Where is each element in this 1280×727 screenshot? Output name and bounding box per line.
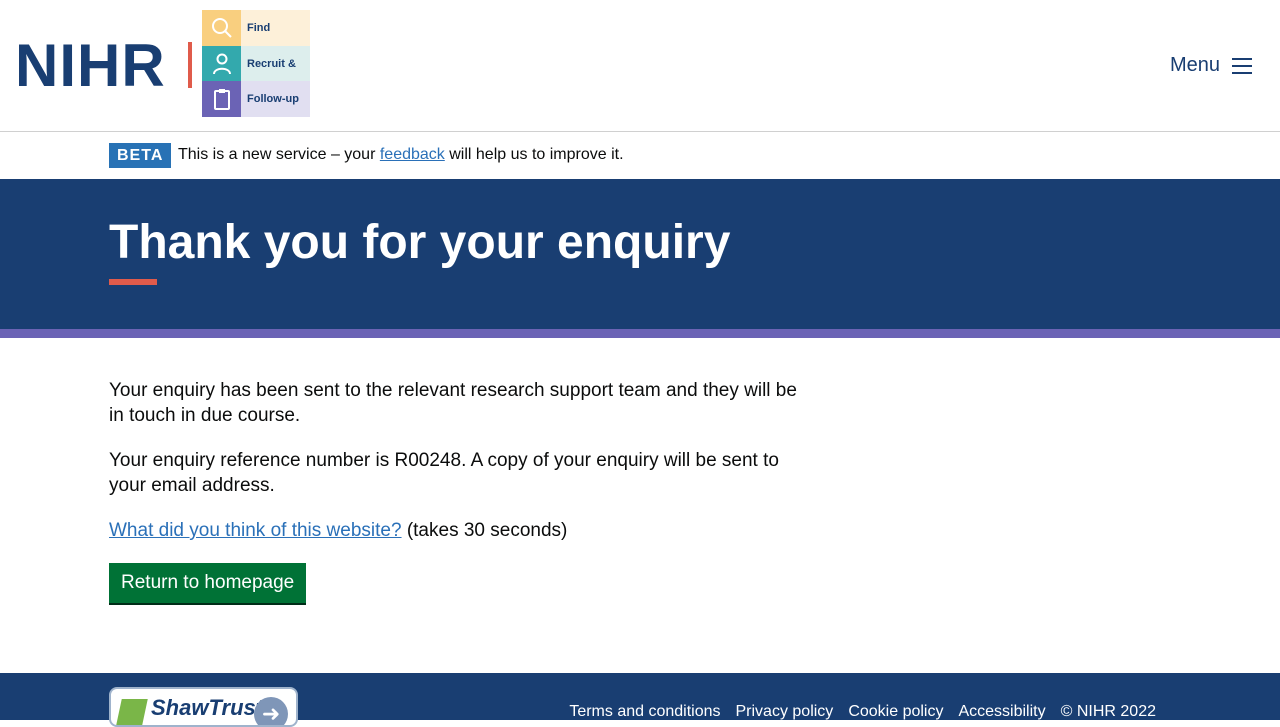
- page-title: Thank you for your enquiry: [109, 216, 731, 269]
- logo-label-recruit: Recruit &: [247, 58, 296, 70]
- find-recruit-followup-logo[interactable]: Find Recruit & Follow-up: [202, 10, 310, 117]
- page-hero: Thank you for your enquiry: [0, 179, 1280, 329]
- footer-link-terms[interactable]: Terms and conditions: [569, 703, 720, 721]
- site-footer: ShawTrust ➜ Terms and conditions Privacy…: [0, 673, 1280, 727]
- search-icon: [202, 10, 241, 46]
- shaw-trust-text: ShawTrust: [151, 695, 264, 720]
- survey-link[interactable]: What did you think of this website?: [109, 520, 402, 541]
- beta-tag: BETA: [109, 143, 172, 168]
- title-accent-bar: [109, 279, 157, 285]
- footer-links: Terms and conditions Privacy policy Cook…: [569, 703, 1156, 721]
- survey-note: (takes 30 seconds): [401, 520, 568, 541]
- hero-bottom-band: [0, 329, 1280, 338]
- beta-text-before: This is a new service – your: [178, 146, 380, 163]
- return-to-homepage-button[interactable]: Return to homepage: [109, 563, 307, 603]
- nihr-logo[interactable]: NIHR: [15, 36, 166, 96]
- logo-row-find: Find: [202, 10, 310, 46]
- shaw-trust-logo-icon: [116, 699, 148, 725]
- hamburger-icon: [1232, 57, 1252, 74]
- menu-label: Menu: [1169, 54, 1220, 76]
- footer-link-privacy[interactable]: Privacy policy: [736, 703, 834, 721]
- feedback-link[interactable]: feedback: [380, 146, 445, 163]
- main-content: Your enquiry has been sent to the releva…: [109, 378, 809, 603]
- footer-copyright: © NIHR 2022: [1060, 703, 1156, 720]
- footer-link-accessibility[interactable]: Accessibility: [958, 703, 1045, 721]
- logo-row-recruit: Recruit &: [202, 46, 310, 82]
- reference-paragraph: Your enquiry reference number is R00248.…: [109, 450, 779, 496]
- beta-message: This is a new service – your feedback wi…: [178, 146, 624, 164]
- logo-label-followup: Follow-up: [247, 93, 299, 105]
- site-header: NIHR Find Recruit & Follow-up Menu: [0, 0, 1280, 132]
- confirmation-paragraph: Your enquiry has been sent to the releva…: [109, 380, 797, 426]
- survey-paragraph: What did you think of this website? (tak…: [109, 518, 809, 543]
- person-icon: [202, 46, 241, 82]
- footer-link-cookies[interactable]: Cookie policy: [848, 703, 943, 721]
- beta-banner: BETA This is a new service – your feedba…: [0, 133, 1280, 178]
- arrow-right-icon: ➜: [254, 697, 288, 725]
- shaw-trust-badge[interactable]: ShawTrust ➜: [109, 687, 298, 727]
- menu-button[interactable]: Menu: [1170, 54, 1252, 77]
- logo-row-followup: Follow-up: [202, 81, 310, 117]
- clipboard-icon: [202, 81, 241, 117]
- logo-label-find: Find: [247, 22, 271, 34]
- beta-text-after: will help us to improve it.: [444, 146, 624, 163]
- logo-divider: [188, 42, 192, 88]
